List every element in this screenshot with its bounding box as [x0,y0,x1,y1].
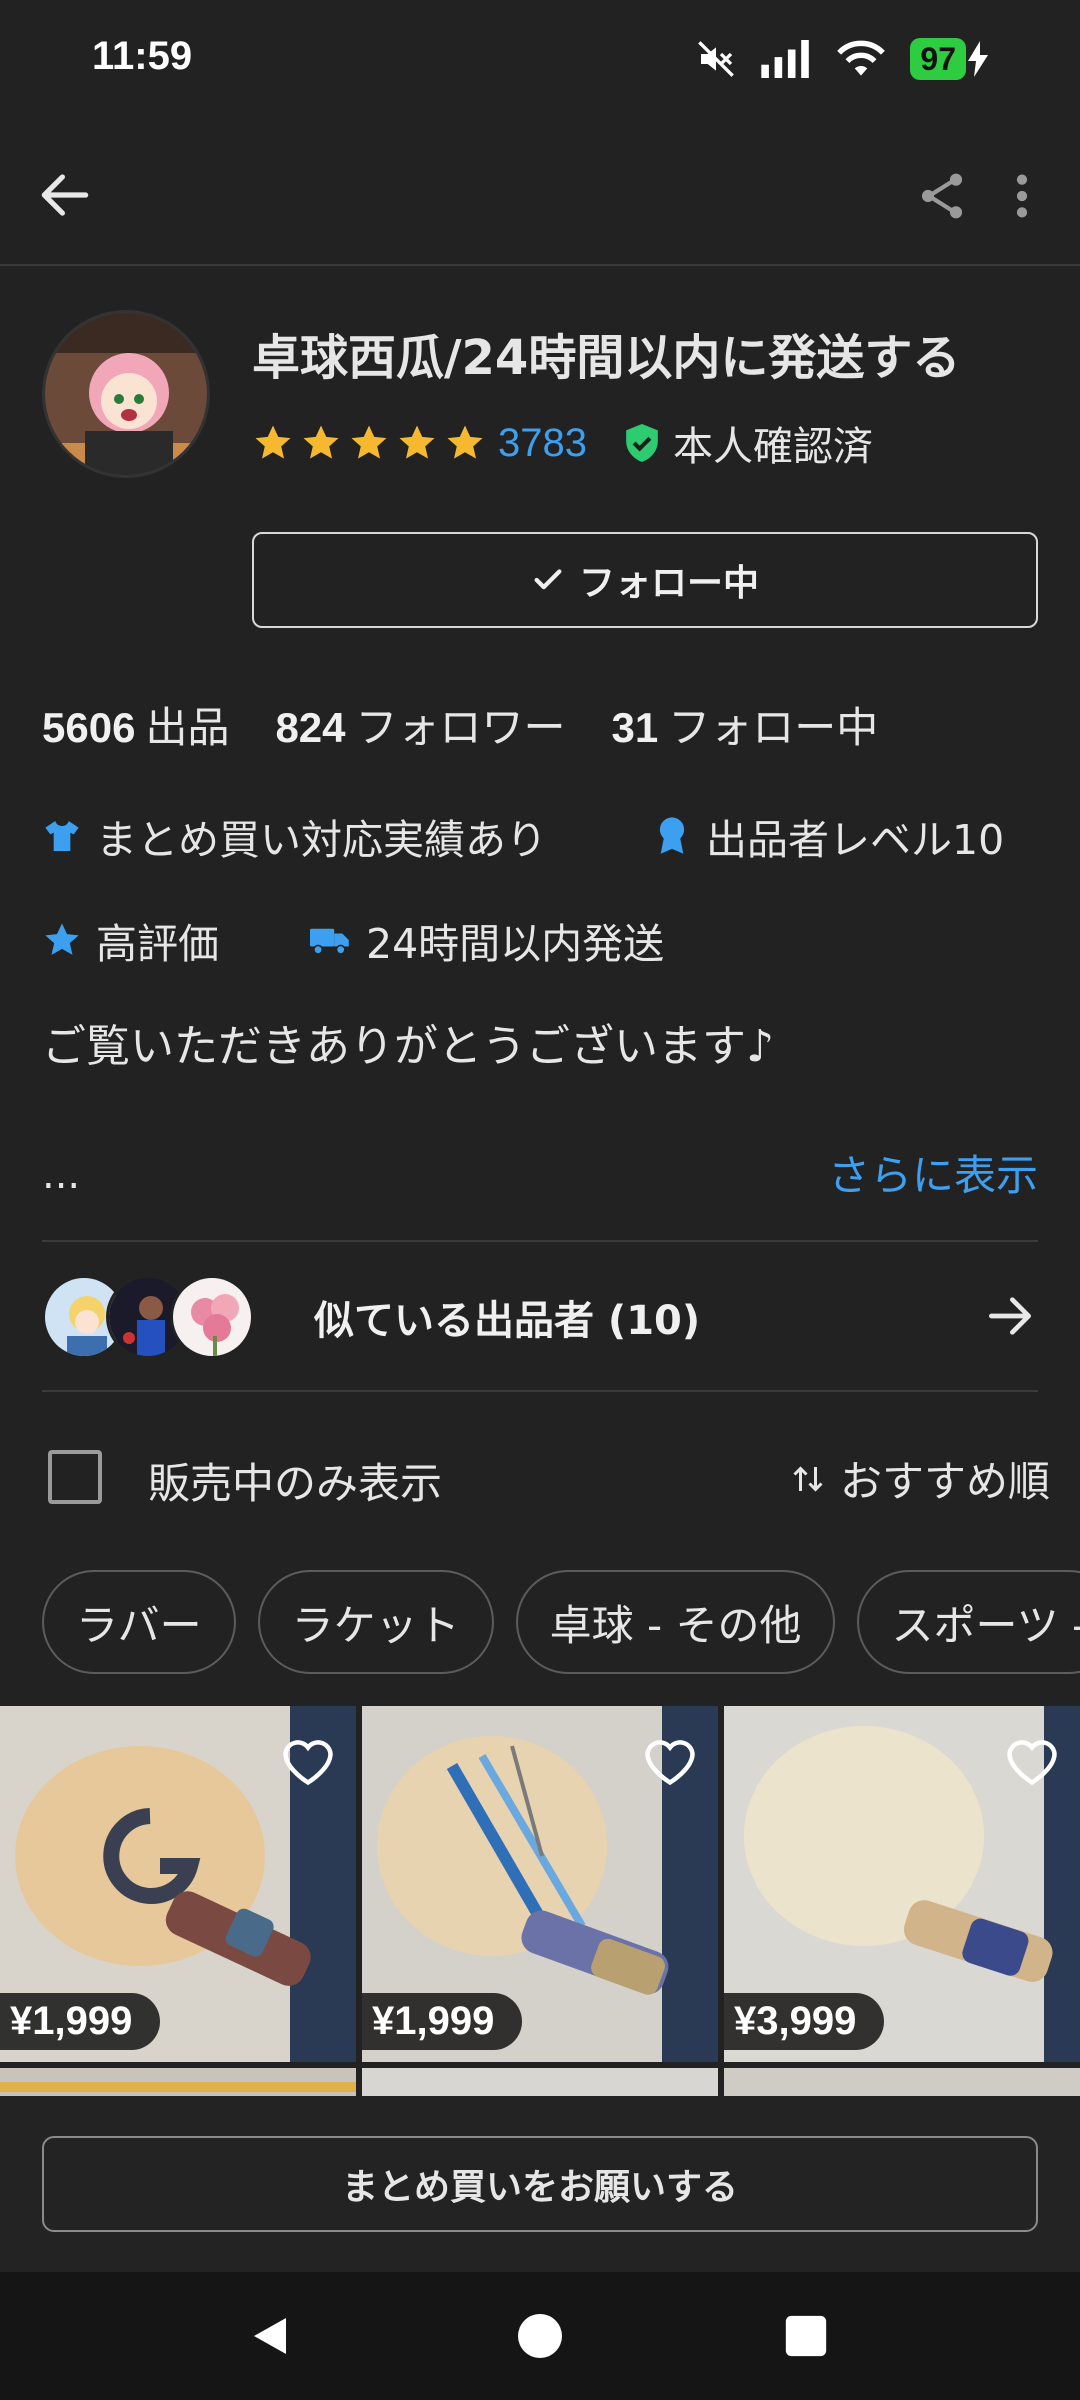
star-icon [45,923,79,955]
badge-label: 出品者レベル10 [706,816,1005,864]
stat-followers[interactable]: 824 フォロワー [275,694,565,755]
shirt-icon [45,821,79,851]
product-grid: ¥1,999 ¥1,999 ¥3,999 [0,1706,1080,2096]
stat-label: フォロワー [355,703,566,752]
rating-row[interactable]: 3783 本人確認済 [252,416,873,470]
bottom-action-panel: まとめ買いをお願いする [0,2096,1080,2272]
on-sale-only-label[interactable]: 販売中のみ表示 [148,1450,442,1511]
rating-stars [252,422,486,464]
badge-fast-shipping: 24時間以内発送 [310,910,664,970]
top-app-bar [0,124,1080,266]
heart-icon[interactable] [278,1732,338,1788]
bio-ellipsis: ... [42,1152,81,1198]
product-price: ¥1,999 [0,1993,161,2050]
share-icon[interactable] [914,168,970,224]
nav-home-icon[interactable] [516,2312,564,2360]
similar-seller-avatars [42,1275,254,1359]
stat-label: 出品 [145,703,230,752]
award-icon [659,817,685,854]
seller-avatar[interactable] [42,310,210,478]
sort-icon [793,1465,823,1492]
system-nav-bar [0,2272,1080,2400]
arrow-right-icon[interactable] [982,1288,1038,1344]
stat-number: 824 [275,704,346,751]
chip-rubber[interactable]: ラバー [42,1570,236,1674]
product-price: ¥3,999 [724,1993,885,2050]
product-tile[interactable]: ¥1,999 [0,1706,356,2062]
badge-label: 24時間以内発送 [366,920,665,968]
star-icon [447,425,483,459]
heart-icon[interactable] [1002,1732,1062,1788]
rating-count[interactable]: 3783 [498,421,587,466]
sort-label: おすすめ順 [839,1457,1050,1506]
follow-button[interactable]: フォロー中 [252,532,1038,628]
product-tile-partial[interactable] [362,2068,718,2096]
verified-badge: 本人確認済 [623,414,873,472]
product-tile[interactable]: ¥1,999 [362,1706,718,2062]
badge-high-rating: 高評価 [42,910,219,970]
chip-table-tennis-other[interactable]: 卓球 - その他 [515,1570,836,1674]
stat-number: 5606 [42,704,136,751]
avatar [170,1275,254,1359]
back-arrow-icon[interactable] [34,164,96,226]
badge-seller-level: 出品者レベル10 [652,806,1004,866]
category-chips: ラバー ラケット 卓球 - その他 スポーツ - [42,1570,1080,1674]
on-sale-only-checkbox[interactable] [48,1450,102,1504]
product-price: ¥1,999 [362,1993,523,2050]
status-bar: 11:59 97 [0,0,1080,124]
similar-sellers-label: 似ている出品者 (10) [314,1298,701,1344]
seller-bio: ご覧いただきありがとうございます♪ [42,1021,775,1072]
badge-bulk-purchase: まとめ買い対応実績あり [42,806,547,866]
badge-label: 高評価 [96,920,219,968]
product-tile-partial[interactable] [0,2068,356,2096]
nav-back-icon[interactable] [246,2312,294,2360]
follow-label: フォロー中 [578,563,759,604]
show-more-link[interactable]: さらに表示 [828,1142,1038,1203]
verified-label: 本人確認済 [672,424,873,470]
charging-icon [968,41,988,77]
bulk-purchase-button[interactable]: まとめ買いをお願いする [42,2136,1038,2232]
truck-icon [310,928,349,955]
wifi-icon [837,40,886,76]
battery-level: 97 [910,38,966,80]
star-icon [303,425,339,459]
sort-dropdown[interactable]: おすすめ順 [790,1448,1050,1509]
status-time: 11:59 [92,34,193,78]
check-icon [534,569,562,590]
star-icon [399,425,435,459]
nav-recents-icon[interactable] [784,2314,828,2358]
divider [42,1240,1038,1242]
signal-icon [761,40,810,78]
star-icon [255,425,291,459]
more-vert-icon[interactable] [1004,168,1040,224]
divider [42,1390,1038,1392]
battery-indicator: 97 [910,38,990,80]
chip-racket[interactable]: ラケット [257,1570,494,1674]
stat-label: フォロー中 [668,703,879,752]
stat-listings[interactable]: 5606 出品 [42,694,229,755]
heart-icon[interactable] [640,1732,700,1788]
chip-sports[interactable]: スポーツ - [857,1570,1080,1674]
shield-check-icon [626,424,658,462]
product-tile-partial[interactable] [724,2068,1080,2096]
shop-name: 卓球西瓜/24時間以内に発送する [252,330,961,386]
stat-number: 31 [611,704,659,751]
stat-following[interactable]: 31 フォロー中 [612,694,879,755]
status-icons: 97 [696,38,990,80]
stats-row: 5606 出品 824 フォロワー 31 フォロー中 [42,694,878,755]
product-tile[interactable]: ¥3,999 [724,1706,1080,2062]
similar-sellers-row[interactable]: 似ている出品者 (10) [42,1272,1038,1362]
mute-icon [698,41,735,77]
badge-label: まとめ買い対応実績あり [96,816,547,864]
star-icon [351,425,387,459]
